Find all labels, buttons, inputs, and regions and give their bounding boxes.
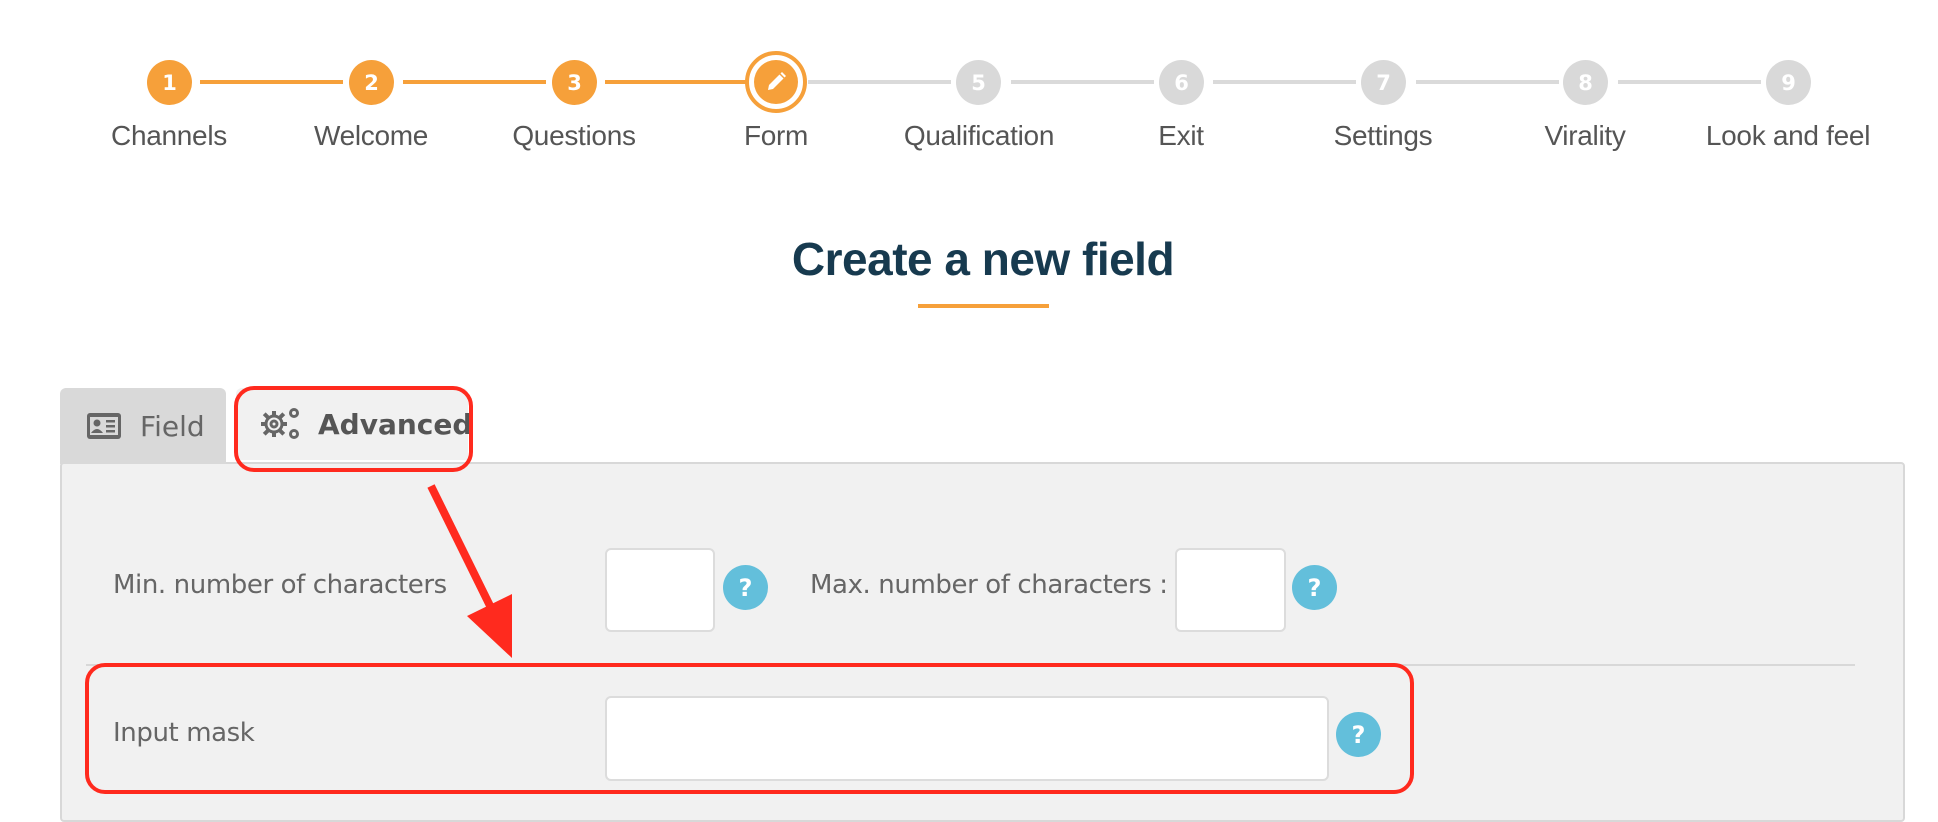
step-label-look-and-feel[interactable]: Look and feel — [1668, 120, 1908, 152]
max-chars-input[interactable] — [1175, 548, 1286, 632]
step-connector — [403, 80, 546, 84]
min-chars-input[interactable] — [605, 548, 715, 632]
step-4-circle-active[interactable] — [745, 51, 807, 113]
step-8-circle[interactable]: 8 — [1563, 60, 1608, 105]
step-1-circle[interactable]: 1 — [147, 60, 192, 105]
input-mask-help-icon[interactable]: ? — [1336, 712, 1381, 757]
page-title: Create a new field — [791, 233, 1175, 285]
title-underline — [918, 304, 1049, 308]
row-divider — [1400, 664, 1855, 666]
tab-advanced-label: Advanced — [318, 407, 473, 441]
step-9-circle[interactable]: 9 — [1766, 60, 1811, 105]
max-chars-label: Max. number of characters : — [810, 570, 1168, 600]
row-divider — [86, 664, 1400, 666]
step-3-circle[interactable]: 3 — [552, 60, 597, 105]
tab-field-label: Field — [140, 409, 205, 443]
step-2-circle[interactable]: 2 — [349, 60, 394, 105]
step-connector — [1213, 80, 1356, 84]
input-mask-label: Input mask — [113, 718, 255, 748]
step-connector — [1618, 80, 1761, 84]
step-connector — [605, 80, 746, 84]
id-card-icon — [86, 412, 122, 440]
step-5-circle[interactable]: 5 — [956, 60, 1001, 105]
cogs-icon — [260, 406, 302, 442]
min-chars-label: Min. number of characters — [113, 570, 447, 600]
max-chars-help-icon[interactable]: ? — [1292, 565, 1337, 610]
pencil-icon — [768, 72, 786, 90]
step-connector — [808, 80, 951, 84]
step-connector — [1011, 80, 1154, 84]
step-connector — [1416, 80, 1559, 84]
tab-field[interactable]: Field — [60, 388, 226, 464]
step-6-circle[interactable]: 6 — [1159, 60, 1204, 105]
step-7-circle[interactable]: 7 — [1361, 60, 1406, 105]
min-chars-help-icon[interactable]: ? — [723, 565, 768, 610]
step-connector — [200, 80, 343, 84]
tab-advanced[interactable]: Advanced — [236, 388, 472, 460]
input-mask-input[interactable] — [605, 696, 1329, 781]
